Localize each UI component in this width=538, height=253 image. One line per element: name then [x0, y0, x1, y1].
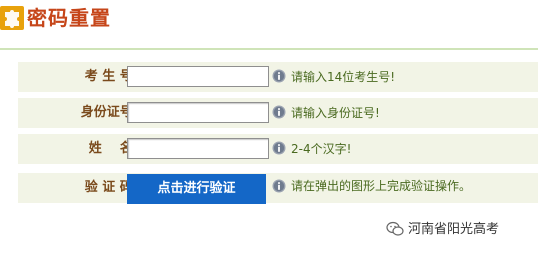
info-icon	[272, 105, 286, 119]
info-icon	[272, 141, 286, 155]
id-number-hint: 请输入身份证号!	[291, 106, 380, 120]
page-header: 密码重置	[0, 0, 538, 40]
captcha-hint: 请在弹出的图形上完成验证操作。	[291, 179, 472, 193]
verify-button[interactable]: 点击进行验证	[127, 174, 266, 204]
watermark: 河南省阳光高考	[386, 220, 500, 240]
info-icon	[272, 179, 286, 193]
row-id-number: 身份证号: 请输入身份证号!	[18, 98, 538, 128]
exam-number-input[interactable]	[127, 66, 269, 87]
watermark-text: 河南省阳光高考	[408, 222, 500, 237]
row-captcha: 验 证 码: 点击进行验证 请在弹出的图形上完成验证操作。	[18, 173, 538, 204]
exam-number-hint: 请输入14位考生号!	[291, 70, 396, 84]
wechat-icon	[386, 221, 404, 236]
row-name: 姓 名: 2-4个汉字!	[18, 134, 538, 164]
puzzle-icon	[0, 6, 24, 30]
name-input[interactable]	[127, 138, 269, 159]
row-exam-number: 考 生 号: 请输入14位考生号!	[18, 62, 538, 92]
id-number-input[interactable]	[127, 102, 269, 123]
page-title: 密码重置	[27, 6, 111, 30]
info-icon	[272, 69, 286, 83]
name-hint: 2-4个汉字!	[291, 142, 352, 156]
